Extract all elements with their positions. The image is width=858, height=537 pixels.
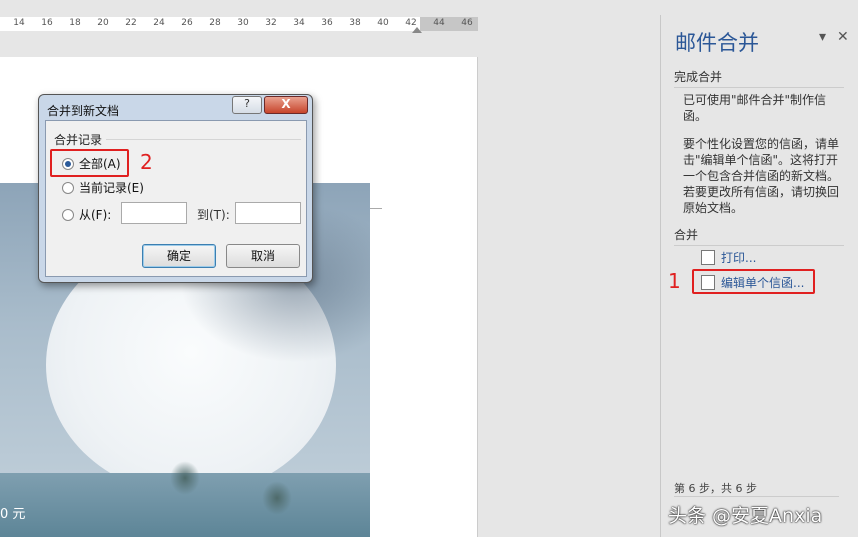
highlight-box-1 [692,269,815,294]
step-indicator: 第 6 步，共 6 步 [674,480,839,497]
radio-label: 当前记录(E) [79,181,144,195]
ruler-tick: 46 [461,18,473,28]
ruler-tick: 44 [433,18,445,28]
pane-text-2: 要个性化设置您的信函，请单击"编辑单个信函"。这将打开一个包含合并信函的新文档。… [683,137,840,215]
ruler-tick: 36 [321,18,333,28]
ruler-tick: 14 [13,18,25,28]
ruler-tick: 26 [181,18,193,28]
right-indent-marker[interactable] [412,27,422,33]
ruler-tick: 34 [293,18,305,28]
radio-icon [62,181,74,194]
radio-icon [62,208,74,221]
price-text: 0 元 [0,507,26,522]
dialog-title: 合并到新文档 [47,104,120,118]
ruler-tick: 38 [349,18,361,28]
bird-graphic [170,461,200,495]
highlight-box-2 [50,149,129,177]
close-button[interactable]: X [264,96,308,114]
ruler-tick: 30 [237,18,249,28]
to-input[interactable] [235,202,301,224]
section-merge: 合并 [674,226,844,246]
annotation-1: 1 [668,269,681,293]
radio-label: 从(F): [79,208,112,222]
ruler-tick: 18 [69,18,81,28]
ruler-tick: 16 [41,18,53,28]
radio-current-record[interactable]: 当前记录(E) [62,179,144,196]
horizontal-ruler[interactable]: 14 16 18 20 22 24 26 28 30 32 34 36 38 40 42 44 46 [0,17,478,31]
ruler-tick: 32 [265,18,277,28]
print-icon [701,250,715,265]
pane-text-1: 已可使用"邮件合并"制作信函。 [683,93,827,123]
ruler-tick: 28 [209,18,221,28]
group-divider [106,139,301,140]
ruler-tick: 24 [153,18,165,28]
ruler-tick: 20 [97,18,109,28]
help-button[interactable]: ? [232,96,262,114]
from-input[interactable] [121,202,187,224]
ruler-tick: 40 [377,18,389,28]
watermark: 头条 @安夏Anxia [668,505,823,527]
pane-options-icon[interactable]: ▾ [819,29,826,45]
bird-graphic [262,481,292,515]
print-link-label: 打印... [721,251,757,265]
ruler-tick: 22 [125,18,137,28]
pane-title: 邮件合并 [675,31,759,55]
pane-close-icon[interactable]: ✕ [837,29,849,45]
ok-button[interactable]: 确定 [142,244,216,268]
group-label: 合并记录 [54,133,103,147]
cancel-button[interactable]: 取消 [226,244,300,268]
radio-from[interactable]: 从(F): [62,206,111,223]
to-label: 到(T): [197,208,230,222]
dialog-body: 合并记录 全部(A) 当前记录(E) 从(F): 到(T): 确定 取消 [45,120,307,277]
section-complete-merge: 完成合并 [674,68,844,88]
annotation-2: 2 [140,150,153,174]
print-link[interactable]: 打印... [701,249,756,266]
merge-to-new-document-dialog: 合并到新文档 ? X 合并记录 全部(A) 当前记录(E) 从(F): 到(T)… [38,94,313,283]
